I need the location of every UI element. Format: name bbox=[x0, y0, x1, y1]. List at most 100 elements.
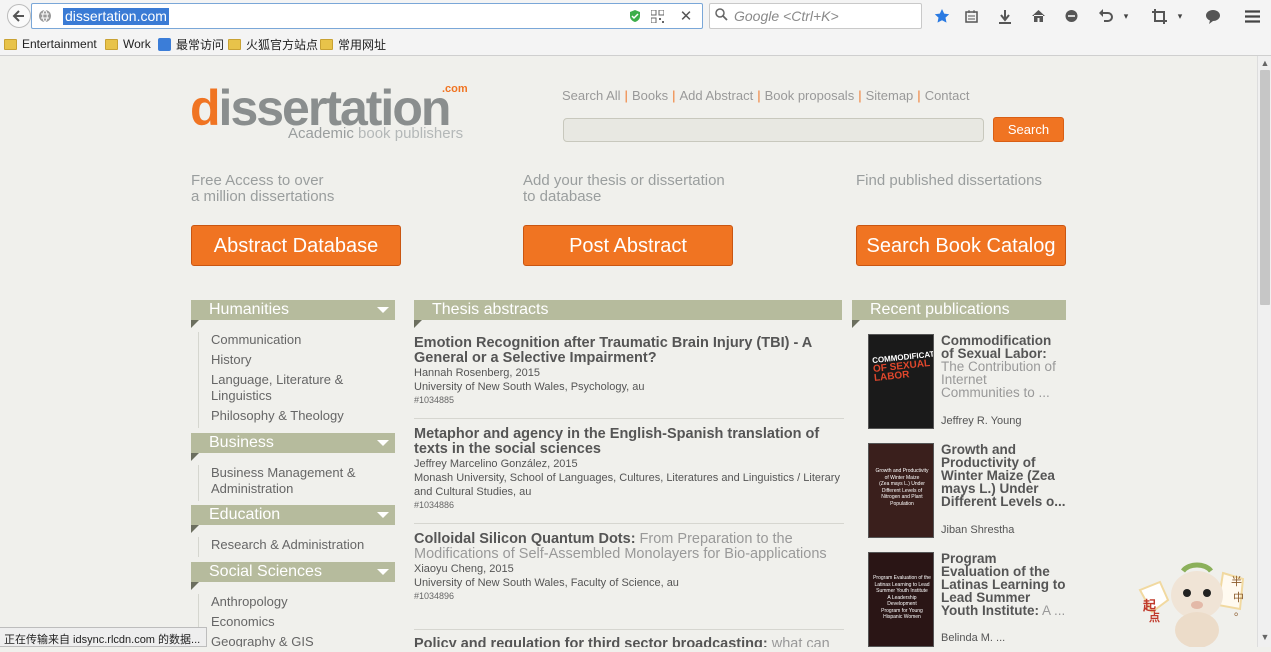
category-social-sciences-header[interactable]: Social Sciences bbox=[191, 562, 395, 582]
status-bar: 正在传输来自 idsync.rlcdn.com 的数据... bbox=[0, 627, 208, 647]
chevron-down-icon[interactable]: ▾ bbox=[1120, 5, 1132, 27]
category-link[interactable]: Economics bbox=[211, 614, 388, 630]
scroll-down-icon[interactable]: ▼ bbox=[1260, 632, 1270, 644]
post-abstract-button[interactable]: Post Abstract bbox=[523, 225, 733, 266]
reading-list-icon[interactable] bbox=[960, 5, 982, 27]
category-link[interactable]: Anthropology bbox=[211, 594, 388, 610]
category-education-header[interactable]: Education bbox=[191, 505, 395, 525]
bookmark-folder-common-sites[interactable]: 常用网址 bbox=[320, 36, 386, 52]
abstract-title[interactable]: Colloidal Silicon Quantum Dots: From Pre… bbox=[414, 532, 844, 562]
publication-item[interactable]: Program Evaluation of the Latinas Learnin… bbox=[868, 552, 1068, 647]
publication-title[interactable]: Program Evaluation of the Latinas Learni… bbox=[941, 552, 1066, 618]
abstract-item[interactable]: Metaphor and agency in the English-Spani… bbox=[414, 427, 844, 511]
category-link[interactable]: Philosophy & Theology bbox=[211, 408, 388, 424]
bookmark-folder-firefox-sites[interactable]: 火狐官方站点 bbox=[228, 36, 318, 52]
bookmark-folder-entertainment[interactable]: Entertainment bbox=[4, 36, 97, 52]
abstract-database-button[interactable]: Abstract Database bbox=[191, 225, 401, 266]
search-button[interactable]: Search bbox=[993, 117, 1064, 142]
url-bar[interactable]: dissertation.com ✕ bbox=[31, 3, 703, 29]
category-humanities-header[interactable]: Humanities bbox=[191, 300, 395, 320]
search-book-catalog-button[interactable]: Search Book Catalog bbox=[856, 225, 1066, 266]
nav-contact[interactable]: Contact bbox=[925, 88, 970, 103]
divider bbox=[414, 418, 844, 419]
mascot-label: 半 bbox=[1231, 576, 1242, 588]
category-link[interactable]: Research & Administration bbox=[211, 537, 388, 553]
abstract-item[interactable]: Policy and regulation for third sector b… bbox=[414, 637, 844, 648]
mascot-widget[interactable]: 起 点 半 中 。 bbox=[1135, 545, 1257, 648]
nav-sitemap[interactable]: Sitemap bbox=[866, 88, 914, 103]
abstract-affiliation: Monash University, School of Languages, … bbox=[414, 472, 840, 498]
publication-item[interactable]: Growth and Productivity of Winter Maize (Z… bbox=[868, 443, 1068, 543]
ribbon-notch bbox=[191, 525, 199, 533]
nav-search-all[interactable]: Search All bbox=[562, 88, 621, 103]
abstract-title[interactable]: Emotion Recognition after Traumatic Brai… bbox=[414, 336, 844, 366]
close-icon[interactable]: ✕ bbox=[678, 8, 694, 25]
chevron-down-icon[interactable]: ▾ bbox=[1174, 5, 1186, 27]
abstract-id: #1034886 bbox=[414, 500, 455, 510]
promo-text-book-catalog: Find published dissertations bbox=[856, 172, 1042, 189]
abstract-id: #1034885 bbox=[414, 395, 455, 405]
publication-item[interactable]: COMMODIFICATION OF SEXUAL LABOR Commodif… bbox=[868, 334, 1068, 434]
publication-title[interactable]: Commodification of Sexual Labor: The Con… bbox=[941, 334, 1066, 400]
ribbon-notch bbox=[191, 582, 199, 590]
arrow-left-icon bbox=[12, 10, 24, 22]
category-link[interactable]: History bbox=[211, 352, 388, 368]
book-cover[interactable]: Growth and Productivity of Winter Maize (Z… bbox=[868, 443, 934, 538]
logo-subtitle: Academic book publishers bbox=[288, 125, 464, 142]
nav-book-proposals[interactable]: Book proposals bbox=[765, 88, 855, 103]
crop-icon[interactable] bbox=[1148, 5, 1170, 27]
abstract-affiliation: University of New South Wales, Psycholog… bbox=[414, 381, 645, 393]
smart-bookmark-icon bbox=[158, 37, 171, 51]
bookmark-label: 火狐官方站点 bbox=[246, 37, 319, 52]
chat-icon[interactable] bbox=[1060, 5, 1082, 27]
abstract-item[interactable]: Colloidal Silicon Quantum Dots: From Pre… bbox=[414, 532, 844, 602]
bookmark-label: 最常访问 bbox=[176, 37, 225, 52]
site-logo[interactable]: dissertation .com Academic book publishe… bbox=[190, 81, 475, 151]
download-icon[interactable] bbox=[994, 5, 1016, 27]
recent-publications-header: Recent publications bbox=[852, 300, 1066, 320]
book-cover[interactable]: COMMODIFICATION OF SEXUAL LABOR bbox=[868, 334, 934, 429]
folder-icon bbox=[320, 38, 333, 50]
bookmark-folder-work[interactable]: Work bbox=[105, 36, 151, 52]
shield-icon[interactable] bbox=[627, 8, 643, 24]
category-link[interactable]: Business Management & Administration bbox=[211, 465, 388, 497]
bookmark-label: 常用网址 bbox=[338, 37, 387, 52]
undo-icon[interactable] bbox=[1094, 5, 1116, 27]
education-list: Research & Administration bbox=[198, 537, 388, 557]
book-cover[interactable]: Program Evaluation of the Latinas Learnin… bbox=[868, 552, 934, 647]
ribbon-notch bbox=[852, 320, 860, 328]
speech-bubble-icon[interactable] bbox=[1202, 5, 1224, 27]
browser-search-bar[interactable]: Google <Ctrl+K> bbox=[709, 3, 922, 29]
folder-icon bbox=[4, 38, 17, 50]
mascot-label: 。 bbox=[1234, 606, 1245, 618]
home-icon[interactable] bbox=[1027, 5, 1049, 27]
abstract-item[interactable]: Emotion Recognition after Traumatic Brai… bbox=[414, 336, 844, 406]
abstract-title[interactable]: Metaphor and agency in the English-Spani… bbox=[414, 427, 844, 457]
folder-icon bbox=[105, 38, 118, 50]
category-link[interactable]: Language, Literature & Linguistics bbox=[211, 372, 388, 404]
nav-books[interactable]: Books bbox=[632, 88, 668, 103]
bookmark-most-visited[interactable]: 最常访问 bbox=[158, 36, 224, 52]
scrollbar-thumb[interactable] bbox=[1260, 70, 1270, 305]
bookmark-star-icon[interactable] bbox=[931, 5, 953, 27]
navigation-toolbar: dissertation.com ✕ Google <Ctrl+K> ▾ ▾ bbox=[0, 0, 1271, 32]
menu-icon[interactable] bbox=[1241, 5, 1263, 27]
nav-add-abstract[interactable]: Add Abstract bbox=[679, 88, 753, 103]
category-business-header[interactable]: Business bbox=[191, 433, 395, 453]
abstract-title[interactable]: Policy and regulation for third sector b… bbox=[414, 637, 844, 648]
site-search-input[interactable] bbox=[563, 118, 984, 142]
abstract-id: #1034896 bbox=[414, 591, 455, 601]
promo-text-post-abstract: Add your thesis or dissertation to databa… bbox=[523, 172, 725, 205]
abstract-author: Hannah Rosenberg, 2015 bbox=[414, 367, 540, 379]
back-button[interactable] bbox=[7, 4, 31, 28]
vertical-scrollbar[interactable]: ▲ ▼ bbox=[1257, 56, 1271, 647]
web-page: dissertation .com Academic book publishe… bbox=[0, 56, 1257, 647]
scroll-up-icon[interactable]: ▲ bbox=[1260, 58, 1270, 70]
qr-code-icon[interactable] bbox=[649, 8, 665, 24]
chevron-down-icon bbox=[377, 569, 389, 575]
publication-title[interactable]: Growth and Productivity of Winter Maize … bbox=[941, 443, 1066, 509]
category-link[interactable]: Geography & GIS bbox=[211, 634, 388, 647]
category-link[interactable]: Communication bbox=[211, 332, 388, 348]
url-text[interactable]: dissertation.com bbox=[63, 8, 169, 25]
bookmarks-toolbar: Entertainment Work 最常访问 火狐官方站点 常用网址 bbox=[0, 33, 1271, 55]
